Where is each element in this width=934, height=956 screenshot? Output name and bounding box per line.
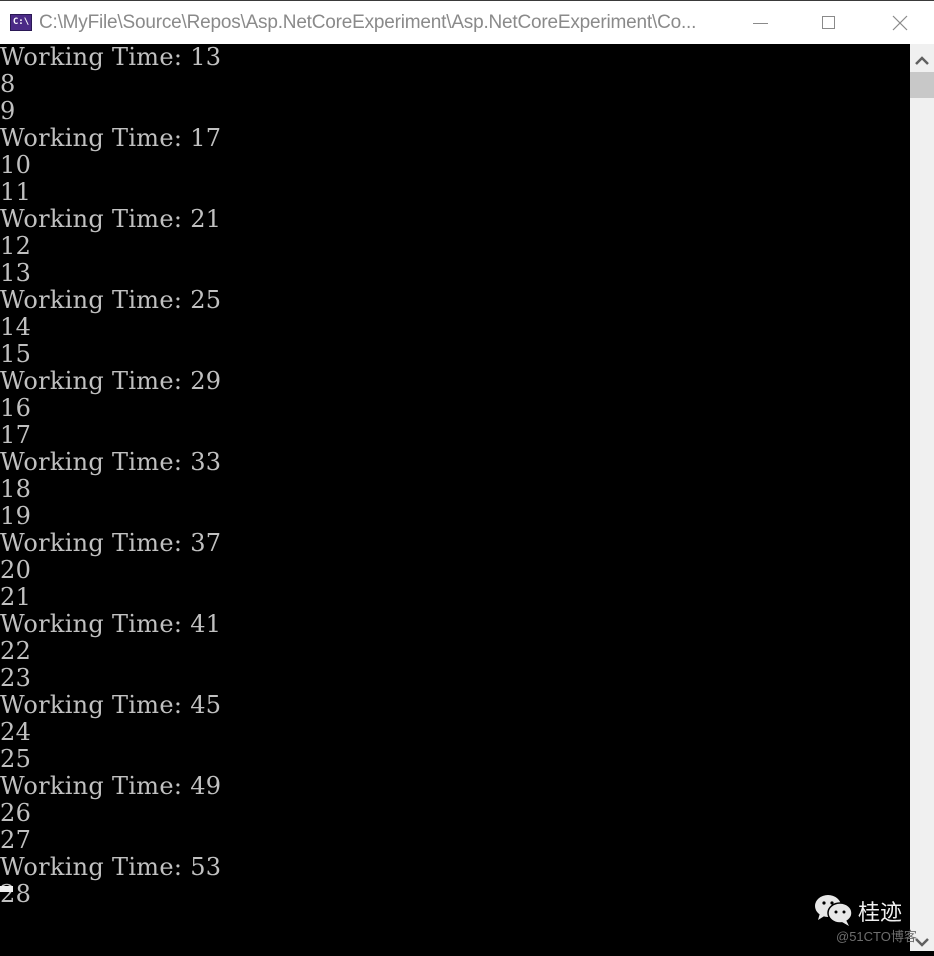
console-line: Working Time: 33 xyxy=(0,448,222,476)
console-line: 18 xyxy=(0,475,32,503)
console-line: 25 xyxy=(0,745,32,773)
console-line: Working Time: 45 xyxy=(0,691,222,719)
console-line: 9 xyxy=(0,97,16,125)
console-line: 17 xyxy=(0,421,32,449)
console-line: Working Time: 13 xyxy=(0,44,222,71)
console-line: 22 xyxy=(0,637,32,665)
console-line: 16 xyxy=(0,394,32,422)
console-line: Working Time: 25 xyxy=(0,286,222,314)
console-line: 11 xyxy=(0,178,32,206)
text-cursor xyxy=(0,886,13,892)
chevron-up-icon xyxy=(915,56,929,65)
vertical-scrollbar[interactable] xyxy=(910,44,934,951)
console-line: 15 xyxy=(0,340,32,368)
close-icon xyxy=(892,15,908,31)
scroll-up-button[interactable] xyxy=(910,44,934,72)
console-line: Working Time: 21 xyxy=(0,205,222,233)
console-line: Working Time: 41 xyxy=(0,610,222,638)
watermark: 桂迹 @51CTO博客 xyxy=(814,893,917,951)
console-line: 28 xyxy=(0,880,32,908)
close-button[interactable] xyxy=(876,1,922,45)
console-line: 19 xyxy=(0,502,32,530)
console-line: Working Time: 17 xyxy=(0,124,222,152)
console-line: 10 xyxy=(0,151,32,179)
console-line: Working Time: 29 xyxy=(0,367,222,395)
window-title: C:\MyFile\Source\Repos\Asp.NetCoreExperi… xyxy=(39,12,697,33)
scroll-thumb[interactable] xyxy=(910,72,934,98)
maximize-button[interactable] xyxy=(806,1,852,45)
console-line: 26 xyxy=(0,799,32,827)
wechat-icon xyxy=(815,895,853,926)
console-line: 12 xyxy=(0,232,32,260)
console-line: 27 xyxy=(0,826,32,854)
console-line: 23 xyxy=(0,664,32,692)
console-line: 8 xyxy=(0,70,16,98)
console-line: 21 xyxy=(0,583,32,611)
console-line: 24 xyxy=(0,718,32,746)
console-line: 20 xyxy=(0,556,32,584)
watermark-name: 桂迹 xyxy=(858,901,903,926)
console-line: 14 xyxy=(0,313,32,341)
watermark-site: @51CTO博客 xyxy=(836,929,917,944)
title-bar[interactable]: C:\ C:\MyFile\Source\Repos\Asp.NetCoreEx… xyxy=(0,0,934,44)
console-line: Working Time: 37 xyxy=(0,529,222,557)
console-line: 13 xyxy=(0,259,32,287)
console-line: Working Time: 53 xyxy=(0,853,222,881)
console-app-icon: C:\ xyxy=(10,14,32,31)
console-line: Working Time: 49 xyxy=(0,772,222,800)
console-lines: Working Time: 13 8 9 Working Time: 17 10 11 Wo… xyxy=(0,44,910,908)
minimize-button[interactable] xyxy=(738,1,784,45)
console-output[interactable]: Working Time: 13 8 9 Working Time: 17 10 11 Wo… xyxy=(0,44,910,951)
